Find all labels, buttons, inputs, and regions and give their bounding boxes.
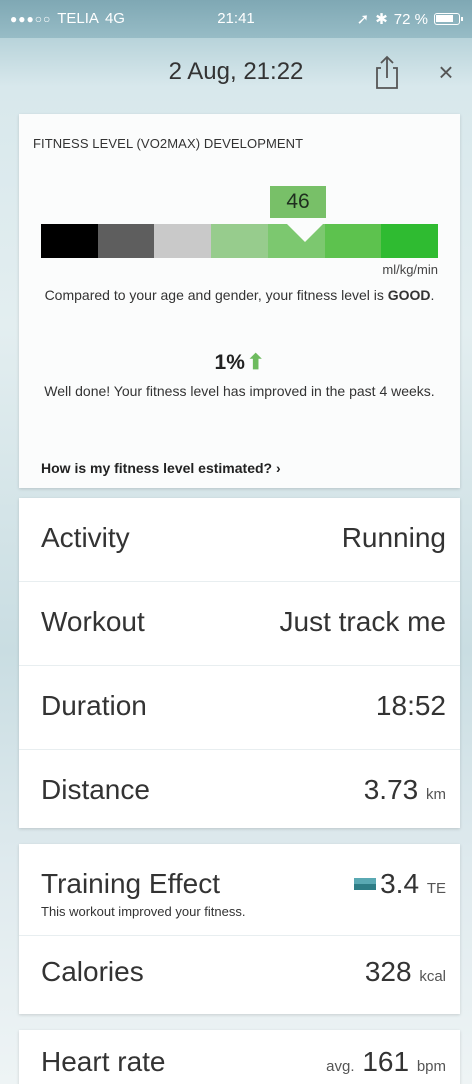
fitness-comparison-text: Compared to your age and gender, your fi… — [44, 287, 435, 303]
list-item: Workout Just track me — [19, 582, 460, 666]
up-arrow-icon: ⬆ — [246, 351, 265, 374]
battery-percent: 72 % — [393, 10, 428, 28]
calories-unit: kcal — [419, 968, 446, 985]
heart-rate-prefix: avg. — [326, 1058, 355, 1075]
heart-rate-label: Heart rate — [41, 1046, 166, 1077]
duration-value-text: 18:52 — [375, 690, 446, 721]
distance-value: 3.73 km — [364, 774, 446, 806]
activity-value-text: Running — [341, 522, 446, 553]
heart-rate-card: Heart rate avg. 161 bpm — [19, 1030, 460, 1084]
fitness-scale-bar — [41, 224, 439, 258]
calories-number: 328 — [364, 956, 412, 987]
heart-rate-value: avg. 161 bpm — [326, 1046, 446, 1078]
fitness-scale-segment-7 — [381, 224, 439, 258]
fitness-estimation-link[interactable]: How is my fitness level estimated? › — [41, 460, 281, 476]
distance-value-text: 3.73 — [363, 774, 419, 805]
distance-label: Distance — [41, 774, 150, 805]
list-item: Duration 18:52 — [19, 666, 460, 750]
training-effect-number: 3.4 — [380, 868, 420, 899]
battery-icon — [434, 13, 463, 25]
workout-value-text: Just track me — [279, 606, 446, 637]
list-item: Calories 328 kcal — [19, 936, 460, 1014]
duration-value: 18:52 — [376, 690, 446, 722]
nav-bar: 2 Aug, 21:22 × — [0, 38, 472, 106]
bluetooth-icon: ✱ — [375, 11, 388, 28]
training-effect-label: Training Effect — [41, 868, 220, 899]
fitness-improvement-text: Well done! Your fitness level has improv… — [44, 383, 435, 399]
training-effect-value: 3.4 TE — [354, 868, 446, 900]
training-effect-card: Training Effect This workout improved yo… — [19, 844, 460, 1014]
workout-value: Just track me — [280, 606, 446, 638]
activity-value: Running — [342, 522, 446, 554]
workout-label: Workout — [41, 606, 145, 637]
training-effect-icon — [354, 877, 377, 890]
list-item: Distance 3.73 km — [19, 750, 460, 834]
heart-rate-unit: bpm — [416, 1058, 446, 1075]
distance-unit: km — [426, 786, 446, 803]
workout-summary-card: Activity Running Workout Just track me D… — [19, 498, 460, 828]
calories-value: 328 kcal — [365, 956, 446, 988]
fitness-scale-segment-4 — [211, 224, 268, 258]
heart-rate-number: 161 — [362, 1046, 410, 1077]
list-item: Training Effect This workout improved yo… — [19, 844, 460, 936]
vo2max-unit: ml/kg/min — [382, 262, 438, 277]
comparison-sentence: Compared to your age and gender, your fi… — [44, 287, 384, 303]
fitness-scale-segment-6 — [324, 224, 382, 258]
fitness-level-rating: GOOD — [387, 287, 431, 303]
fitness-level-card: FITNESS LEVEL (VO2MAX) DEVELOPMENT 46 ml… — [19, 114, 460, 488]
duration-label: Duration — [41, 690, 147, 721]
status-bar: ●●●○○ TELIA 4G 21:41 ➚ ✱ 72 % — [0, 0, 472, 38]
training-effect-description: This workout improved your fitness. — [41, 904, 246, 919]
fitness-scale-pointer — [287, 224, 323, 242]
status-right: ➚ ✱ 72 % — [356, 10, 463, 28]
calories-label: Calories — [41, 956, 144, 987]
fitness-card-title: FITNESS LEVEL (VO2MAX) DEVELOPMENT — [33, 136, 304, 151]
vo2max-value-badge: 46 — [270, 186, 326, 218]
activity-label: Activity — [41, 522, 130, 553]
fitness-change-value: 1% — [214, 351, 245, 374]
fitness-scale-segment-3 — [154, 224, 212, 258]
share-icon — [376, 55, 398, 89]
fitness-scale-segment-2 — [97, 224, 155, 258]
list-item: Activity Running — [19, 498, 460, 582]
share-button[interactable] — [372, 54, 402, 90]
fitness-change: 1%⬆ — [19, 350, 460, 375]
training-effect-unit: TE — [426, 880, 446, 897]
location-icon: ➚ — [356, 11, 370, 28]
close-button[interactable]: × — [432, 58, 460, 86]
fitness-scale-segment-1 — [41, 224, 98, 258]
